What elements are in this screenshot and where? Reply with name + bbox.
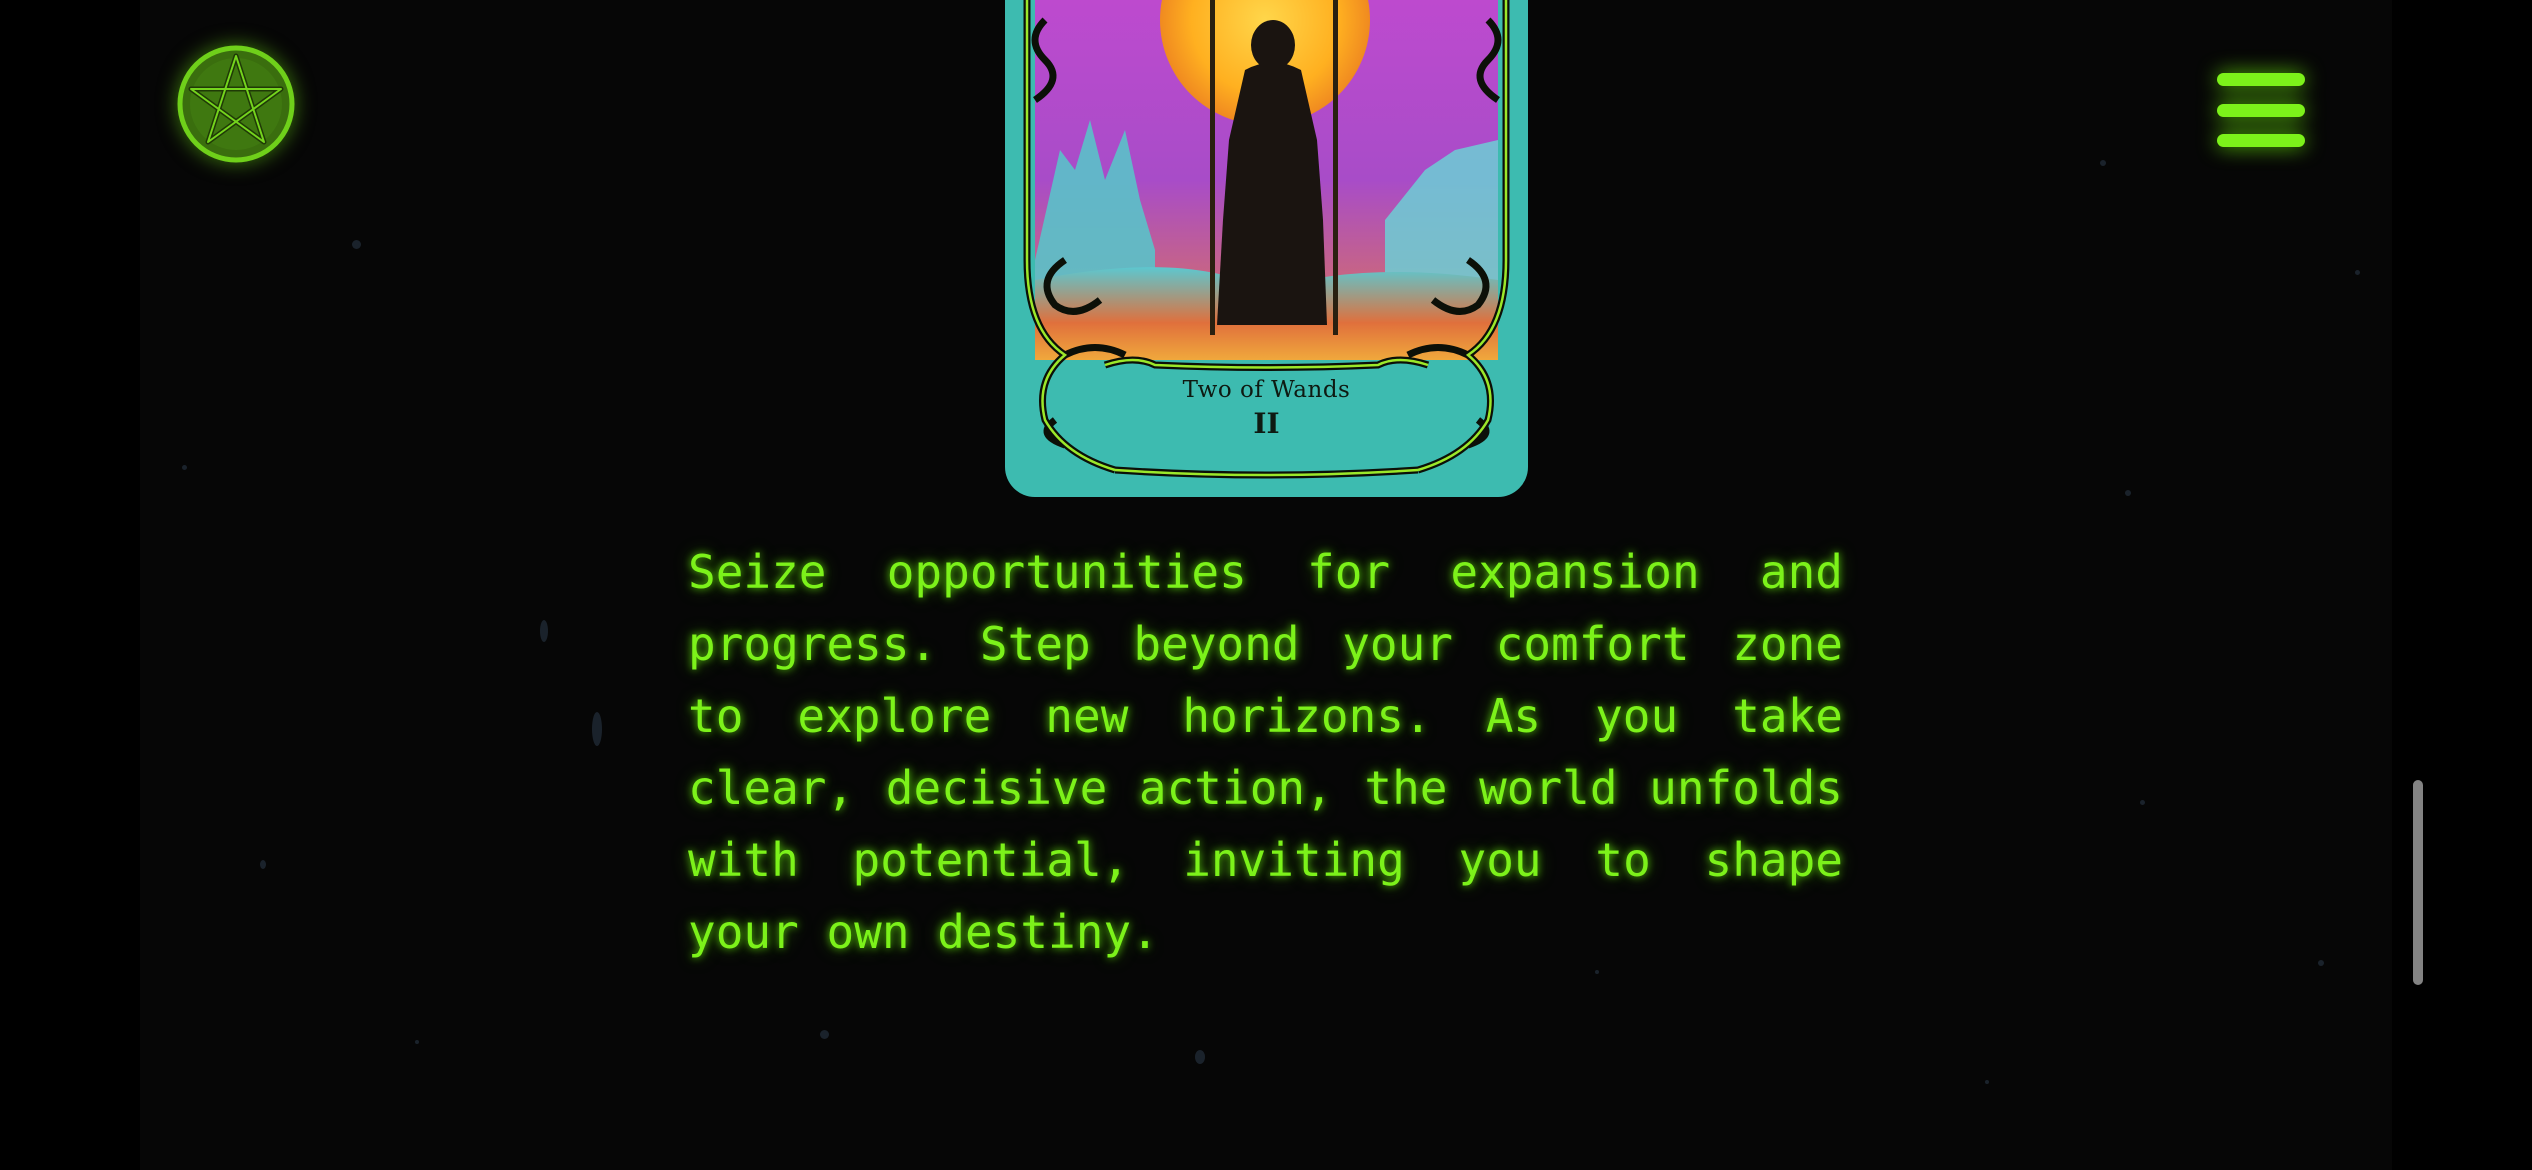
app-viewport: Two of Wands II Seize opportunities for …: [0, 0, 2532, 1170]
background-speck: [260, 860, 266, 869]
background-speck: [2140, 800, 2145, 805]
pentagram-icon: [177, 45, 295, 163]
background-speck: [352, 240, 361, 249]
background-speck: [820, 1030, 829, 1039]
background-speck: [2125, 490, 2131, 496]
background-speck: [1985, 1080, 1989, 1084]
background-speck: [2100, 160, 2106, 166]
background-speck: [1595, 970, 1599, 974]
card-name: Two of Wands: [1182, 377, 1351, 403]
menu-bar-middle: [2217, 104, 2305, 117]
background-speck: [1195, 1050, 1205, 1064]
card-numeral: II: [1253, 407, 1280, 440]
background-speck: [182, 465, 187, 470]
card-reading-text: Seize opportunities for expansion and pr…: [688, 545, 1843, 959]
menu-bar-bottom: [2217, 134, 2305, 147]
hamburger-menu-button[interactable]: [2213, 68, 2309, 152]
menu-bar-top: [2217, 73, 2305, 86]
background-speck: [2355, 270, 2360, 275]
background-speck: [2318, 960, 2324, 966]
background-speck: [592, 712, 602, 746]
tarot-card[interactable]: Two of Wands II: [1005, 0, 1528, 497]
pentagram-logo-button[interactable]: [175, 43, 297, 165]
scrollbar-thumb[interactable]: [2413, 780, 2423, 985]
background-speck: [540, 620, 548, 642]
background-speck: [415, 1040, 419, 1044]
